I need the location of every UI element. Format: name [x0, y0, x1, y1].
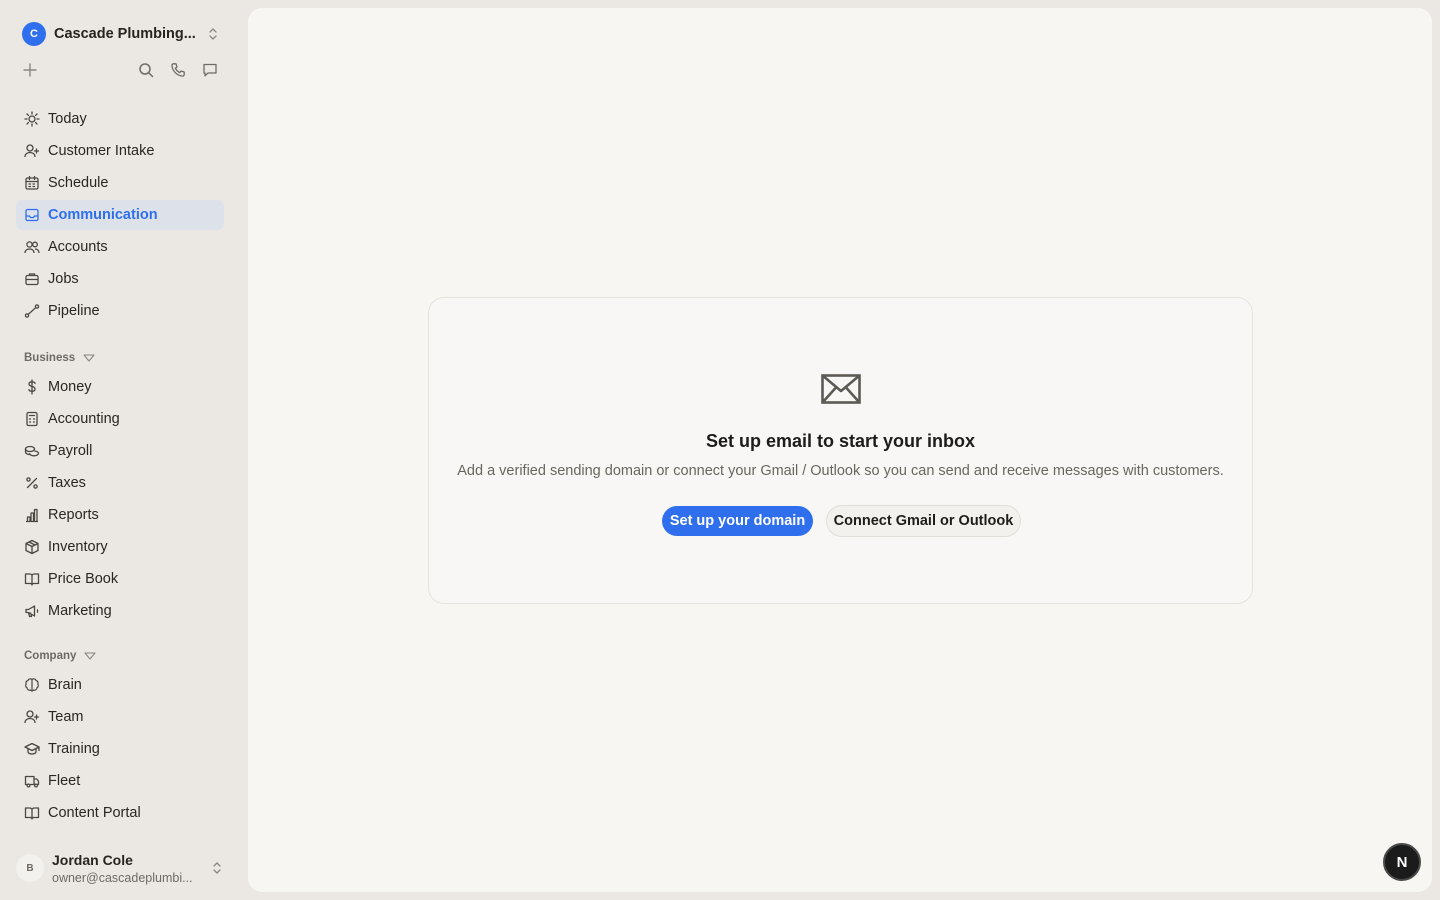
sidebar-toolbar	[16, 58, 232, 82]
sidebar: C Cascade Plumbing... Today Customer Int…	[0, 0, 248, 900]
caret-down-icon	[83, 354, 95, 362]
user-info: Jordan Cole owner@cascadeplumbi...	[52, 852, 202, 885]
chevron-up-down-icon	[209, 28, 217, 40]
sun-icon	[24, 111, 40, 127]
nav-item-content-portal[interactable]: Content Portal	[16, 798, 224, 828]
user-plus-icon	[24, 143, 40, 159]
nav-label: Training	[48, 741, 100, 757]
nav-item-schedule[interactable]: Schedule	[16, 168, 224, 198]
message-icon	[203, 63, 217, 77]
nav-item-brain[interactable]: Brain	[16, 670, 224, 700]
briefcase-icon	[24, 271, 40, 287]
main-content: Set up email to start your inbox Add a v…	[248, 8, 1432, 892]
nav-label: Schedule	[48, 175, 109, 191]
nav-label: Content Portal	[48, 805, 141, 821]
nav-label: Taxes	[48, 475, 86, 491]
nav-label: Payroll	[48, 443, 93, 459]
book-open-icon	[24, 805, 40, 821]
calendar-icon	[24, 175, 40, 191]
assistant-button[interactable]: N	[1383, 843, 1421, 881]
nav-item-accounting[interactable]: Accounting	[16, 404, 224, 434]
nav-item-communication[interactable]: Communication	[16, 200, 224, 230]
section-label: Company	[24, 650, 77, 662]
nav-label: Marketing	[48, 603, 112, 619]
nav-item-training[interactable]: Training	[16, 734, 224, 764]
nav-item-inventory[interactable]: Inventory	[16, 532, 224, 562]
workspace-name: Cascade Plumbing...	[54, 26, 196, 42]
nav-item-pipeline[interactable]: Pipeline	[16, 296, 224, 326]
mail-icon	[821, 374, 861, 404]
section-header-business[interactable]: Business	[24, 350, 95, 366]
dollar-icon	[24, 379, 40, 395]
users-icon	[24, 239, 40, 255]
nav-item-customer-intake[interactable]: Customer Intake	[16, 136, 224, 166]
workspace-switcher[interactable]: C Cascade Plumbing...	[16, 20, 232, 48]
nav-label: Fleet	[48, 773, 81, 789]
workspace-avatar: C	[22, 22, 46, 46]
graduation-cap-icon	[24, 741, 40, 757]
nav-item-jobs[interactable]: Jobs	[16, 264, 224, 294]
coins-icon	[24, 443, 40, 459]
empty-state-subtitle: Add a verified sending domain or connect…	[457, 463, 1224, 479]
setup-domain-button[interactable]: Set up your domain	[662, 506, 813, 536]
chevron-up-down-icon	[213, 862, 221, 874]
package-icon	[24, 539, 40, 555]
truck-icon	[24, 773, 40, 789]
nav-label: Price Book	[48, 571, 119, 587]
nav-label: Reports	[48, 507, 99, 523]
nav-label: Communication	[48, 207, 158, 223]
empty-state-title: Set up email to start your inbox	[705, 431, 976, 451]
call-button[interactable]	[166, 58, 190, 82]
calculator-icon	[24, 411, 40, 427]
user-menu[interactable]: B Jordan Cole owner@cascadeplumbi...	[16, 846, 232, 890]
book-icon	[24, 571, 40, 587]
new-button[interactable]	[18, 58, 42, 82]
nav-item-price-book[interactable]: Price Book	[16, 564, 224, 594]
nav-item-today[interactable]: Today	[16, 104, 224, 134]
brain-icon	[24, 677, 40, 693]
nav-label: Jobs	[48, 271, 79, 287]
section-header-company[interactable]: Company	[24, 648, 96, 664]
messages-button[interactable]	[198, 58, 222, 82]
nav-item-accounts[interactable]: Accounts	[16, 232, 224, 262]
nav-label: Team	[48, 709, 84, 725]
bar-chart-icon	[24, 507, 40, 523]
nav-label: Money	[48, 379, 92, 395]
percent-icon	[24, 475, 40, 491]
user-name: Jordan Cole	[52, 851, 133, 868]
nav-item-fleet[interactable]: Fleet	[16, 766, 224, 796]
nav-item-team[interactable]: Team	[16, 702, 224, 732]
nav-label: Inventory	[48, 539, 108, 555]
nav-item-reports[interactable]: Reports	[16, 500, 224, 530]
nav-item-payroll[interactable]: Payroll	[16, 436, 224, 466]
nav-label: Accounting	[48, 411, 120, 427]
nav-item-money[interactable]: Money	[16, 372, 224, 402]
megaphone-icon	[24, 603, 40, 619]
search-button[interactable]	[134, 58, 158, 82]
nav-label: Accounts	[48, 239, 108, 255]
nav-label: Customer Intake	[48, 143, 155, 159]
inbox-icon	[24, 207, 40, 223]
email-setup-card: Set up email to start your inbox Add a v…	[428, 297, 1253, 604]
team-icon	[24, 709, 40, 725]
connect-gmail-outlook-button[interactable]: Connect Gmail or Outlook	[826, 505, 1021, 537]
user-email: owner@cascadeplumbi...	[52, 870, 193, 885]
nav-item-marketing[interactable]: Marketing	[16, 596, 224, 626]
nav-label: Today	[48, 111, 87, 127]
phone-icon	[171, 63, 185, 77]
nav-item-taxes[interactable]: Taxes	[16, 468, 224, 498]
plus-icon	[23, 63, 37, 77]
pipeline-icon	[24, 303, 40, 319]
caret-down-icon	[84, 652, 96, 660]
search-icon	[139, 63, 154, 78]
section-label: Business	[24, 352, 76, 364]
nav-label: Pipeline	[48, 303, 100, 319]
avatar: B	[16, 854, 44, 882]
nav-label: Brain	[48, 677, 82, 693]
